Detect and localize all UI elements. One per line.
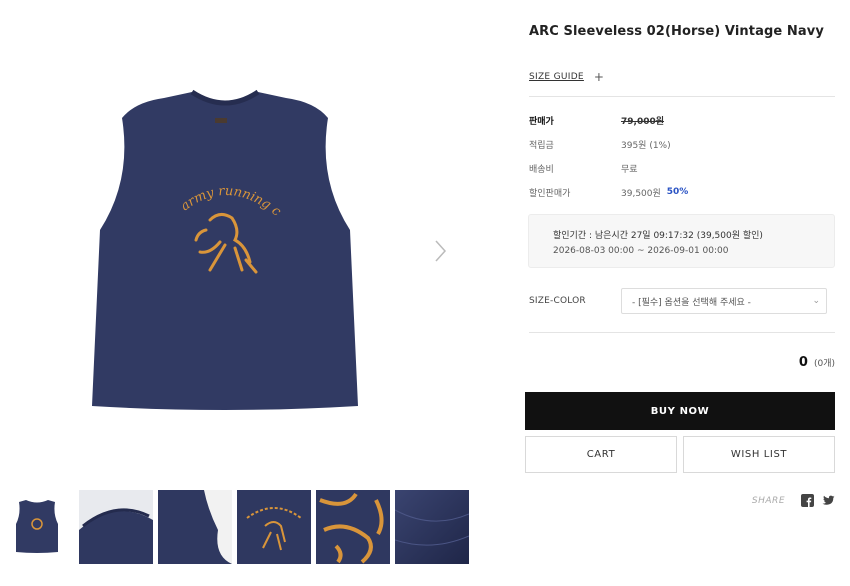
thumbnail-front-view[interactable] [0, 490, 74, 564]
chevron-down-icon: ⌄ [812, 296, 820, 306]
wish-list-button[interactable]: WISH LIST [683, 436, 835, 473]
plus-icon[interactable]: + [594, 70, 604, 84]
sale-price-value: 79,000원 [621, 116, 665, 127]
discount-price-label: 할인판매가 [529, 188, 571, 199]
product-title: ARC Sleeveless 02(Horse) Vintage Navy [529, 24, 824, 39]
size-guide-row: SIZE GUIDE + [529, 70, 604, 84]
thumbnail-fabric-texture[interactable] [395, 490, 469, 564]
discount-period-box: 할인기간 : 남은시간 27일 09:17:32 (39,500원 할인) 20… [528, 214, 835, 268]
thumbnail-print-detail[interactable] [237, 490, 311, 564]
quantity-unit: (0개) [813, 359, 835, 369]
thumbnail-armhole-detail[interactable] [158, 490, 232, 564]
buy-now-button[interactable]: BUY NOW [525, 392, 835, 430]
option-selected-value: - [필수] 옵션을 선택해 주세요 - [632, 297, 751, 308]
divider [529, 332, 835, 333]
option-label: SIZE-COLOR [529, 296, 586, 306]
share-label: SHARE [751, 495, 785, 506]
twitter-icon[interactable] [822, 494, 835, 507]
discount-period-remaining: 할인기간 : 남은시간 27일 09:17:32 (39,500원 할인) [553, 231, 763, 241]
price-row-points: 적립금 395원 (1%) [529, 132, 688, 156]
discount-period-dates: 2026-08-03 00:00 ~ 2026-09-01 00:00 [553, 246, 729, 256]
share-row: SHARE [752, 494, 835, 507]
next-image-arrow[interactable] [428, 236, 452, 266]
product-gallery: army running club [0, 0, 470, 586]
discount-rate-badge: 50% [666, 187, 689, 197]
price-row-shipping: 배송비 무료 [529, 156, 688, 180]
thumbnail-collar-detail[interactable] [79, 490, 153, 564]
sale-price-label: 판매가 [529, 116, 554, 127]
facebook-icon[interactable] [801, 494, 814, 507]
shipping-value: 무료 [621, 164, 638, 175]
thumbnail-print-closeup[interactable] [316, 490, 390, 564]
thumbnail-strip [0, 490, 474, 564]
cart-button[interactable]: CART [525, 436, 677, 473]
quantity-count: 0 [798, 355, 808, 370]
points-label: 적립금 [529, 140, 554, 151]
quantity-summary: 0 (0개) [799, 355, 835, 370]
main-product-image[interactable]: army running club [60, 70, 390, 430]
points-value: 395원 (1%) [621, 140, 671, 151]
divider [529, 96, 835, 97]
price-table: 판매가 79,000원 적립금 395원 (1%) 배송비 무료 할인판매가 3… [529, 108, 688, 204]
size-guide-link[interactable]: SIZE GUIDE [529, 72, 584, 82]
price-row-sale: 판매가 79,000원 [529, 108, 688, 132]
option-row: SIZE-COLOR - [필수] 옵션을 선택해 주세요 - ⌄ [529, 288, 827, 314]
shipping-label: 배송비 [529, 164, 554, 175]
price-row-discount: 할인판매가 39,500원 50% [529, 180, 688, 204]
product-info-panel: ARC Sleeveless 02(Horse) Vintage Navy SI… [525, 0, 835, 586]
discount-price-value: 39,500원 [621, 188, 661, 199]
size-color-select[interactable]: - [필수] 옵션을 선택해 주세요 - ⌄ [621, 288, 827, 314]
